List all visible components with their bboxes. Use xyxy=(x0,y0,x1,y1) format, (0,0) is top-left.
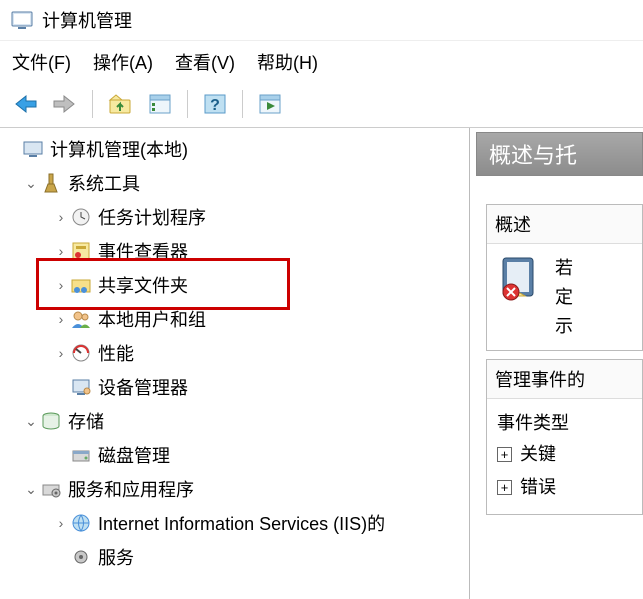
tree-local-users[interactable]: › 本地用户和组 xyxy=(0,302,469,336)
section-header: 概述与托 xyxy=(476,132,643,176)
menu-view[interactable]: 查看(V) xyxy=(175,49,235,75)
chevron-right-icon[interactable]: › xyxy=(52,515,70,531)
properties-button[interactable] xyxy=(143,89,177,119)
window-title: 计算机管理 xyxy=(42,7,132,33)
tree-services[interactable]: 服务 xyxy=(0,540,469,574)
tree-label: 服务和应用程序 xyxy=(68,476,202,502)
menu-bar: 文件(F) 操作(A) 查看(V) 帮助(H) xyxy=(0,41,643,85)
details-panel: 概述与托 概述 若 xyxy=(470,128,643,599)
overview-group: 概述 若 定 示 xyxy=(486,204,643,351)
menu-help[interactable]: 帮助(H) xyxy=(257,49,318,75)
event-type-error[interactable]: + 错误 xyxy=(497,471,632,504)
menu-action[interactable]: 操作(A) xyxy=(93,49,153,75)
tree-label: 系统工具 xyxy=(68,170,148,196)
list-label: 错误 xyxy=(520,473,556,502)
overview-title: 概述 xyxy=(487,205,642,244)
iis-icon xyxy=(70,512,92,534)
admin-events-group: 管理事件的 事件类型 + 关键 + 错误 xyxy=(486,359,643,514)
tree-disk-management[interactable]: 磁盘管理 xyxy=(0,438,469,472)
tree-performance[interactable]: › 性能 xyxy=(0,336,469,370)
tree-device-manager[interactable]: 设备管理器 xyxy=(0,370,469,404)
expand-icon[interactable]: + xyxy=(497,480,512,495)
expand-icon[interactable]: + xyxy=(497,447,512,462)
chevron-right-icon[interactable]: › xyxy=(52,277,70,293)
tree-label: 共享文件夹 xyxy=(98,272,196,298)
run-button[interactable] xyxy=(253,89,287,119)
gear-icon xyxy=(70,546,92,568)
overview-text: 示 xyxy=(555,312,573,341)
tree-services-apps[interactable]: ⌄ 服务和应用程序 xyxy=(0,472,469,506)
tree-event-viewer[interactable]: › 事件查看器 xyxy=(0,234,469,268)
tree-label: 性能 xyxy=(98,340,142,366)
overview-text: 若 xyxy=(555,254,573,283)
forward-button[interactable] xyxy=(48,89,82,119)
event-type-critical[interactable]: + 关键 xyxy=(497,438,632,471)
chevron-right-icon[interactable]: › xyxy=(52,243,70,259)
tree-label: 任务计划程序 xyxy=(98,204,214,230)
event-log-icon xyxy=(497,254,545,302)
tree-label: 磁盘管理 xyxy=(98,442,178,468)
admin-events-title: 管理事件的 xyxy=(487,360,642,399)
computer-icon xyxy=(22,138,44,160)
event-types-label: 事件类型 xyxy=(497,409,632,438)
tree-iis[interactable]: › Internet Information Services (IIS)的 xyxy=(0,506,469,540)
disk-icon xyxy=(70,444,92,466)
tree-root[interactable]: 计算机管理(本地) xyxy=(0,132,469,166)
services-apps-icon xyxy=(40,478,62,500)
tree-label: 存储 xyxy=(68,408,112,434)
app-icon xyxy=(10,8,34,32)
tree-label: 设备管理器 xyxy=(98,374,196,400)
tree-storage[interactable]: ⌄ 存储 xyxy=(0,404,469,438)
performance-icon xyxy=(70,342,92,364)
menu-file[interactable]: 文件(F) xyxy=(12,49,71,75)
tree-label: 服务 xyxy=(98,544,142,570)
chevron-down-icon[interactable]: ⌄ xyxy=(22,413,40,430)
chevron-right-icon[interactable]: › xyxy=(52,209,70,225)
tree-task-scheduler[interactable]: › 任务计划程序 xyxy=(0,200,469,234)
svg-text:?: ? xyxy=(210,97,220,114)
shared-folder-icon xyxy=(70,274,92,296)
section-title: 概述与托 xyxy=(489,138,577,170)
tree-panel: 计算机管理(本地) ⌄ 系统工具 › 任务计划程序 › xyxy=(0,128,470,599)
tree-system-tools[interactable]: ⌄ 系统工具 xyxy=(0,166,469,200)
tools-icon xyxy=(40,172,62,194)
users-icon xyxy=(70,308,92,330)
clock-icon xyxy=(70,206,92,228)
chevron-right-icon[interactable]: › xyxy=(52,345,70,361)
device-icon xyxy=(70,376,92,398)
tree-label: 计算机管理(本地) xyxy=(50,136,196,162)
overview-text: 定 xyxy=(555,283,573,312)
chevron-down-icon[interactable]: ⌄ xyxy=(22,481,40,498)
up-button[interactable] xyxy=(103,89,137,119)
storage-icon xyxy=(40,410,62,432)
tree-label: Internet Information Services (IIS)的 xyxy=(98,510,393,536)
event-viewer-icon xyxy=(70,240,92,262)
chevron-right-icon[interactable]: › xyxy=(52,311,70,327)
help-button[interactable]: ? xyxy=(198,89,232,119)
tree-label: 事件查看器 xyxy=(98,238,196,264)
chevron-down-icon[interactable]: ⌄ xyxy=(22,175,40,192)
back-button[interactable] xyxy=(8,89,42,119)
toolbar: ? xyxy=(0,85,643,128)
tree-shared-folders[interactable]: › 共享文件夹 xyxy=(0,268,469,302)
tree-label: 本地用户和组 xyxy=(98,306,214,332)
list-label: 关键 xyxy=(520,440,556,469)
